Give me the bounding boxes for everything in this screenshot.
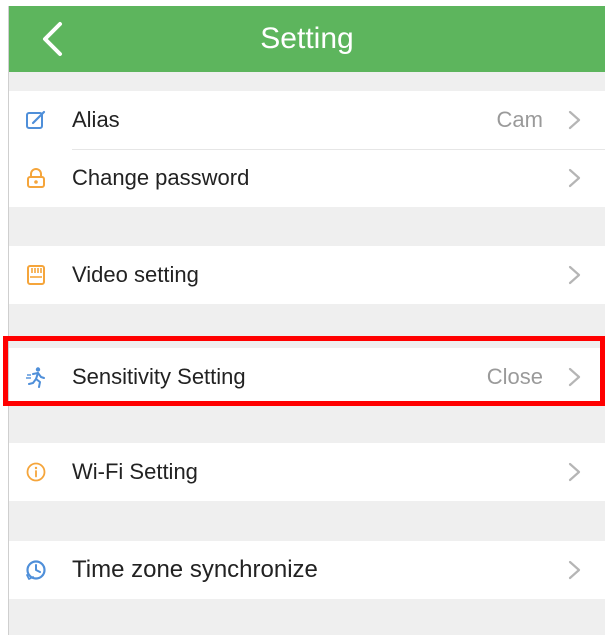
sensitivity-setting-label: Sensitivity Setting — [72, 364, 246, 389]
time-zone-sync-row[interactable]: Time zone synchronize — [9, 541, 605, 599]
motion-person-icon — [25, 366, 47, 388]
sd-card-icon — [25, 264, 47, 286]
chevron-right-icon — [568, 462, 581, 482]
time-zone-sync-label: Time zone synchronize — [72, 556, 318, 583]
alias-row[interactable]: Alias Cam — [9, 91, 605, 149]
lock-icon — [25, 167, 47, 189]
settings-screen: Setting Alias Cam Change password Video … — [8, 6, 605, 635]
top-bar: Setting — [9, 6, 605, 72]
chevron-right-icon — [568, 265, 581, 285]
chevron-right-icon — [568, 560, 581, 580]
clock-sync-icon — [25, 559, 47, 581]
sensitivity-value: Close — [486, 364, 543, 389]
chevron-right-icon — [568, 367, 581, 387]
page-title: Setting — [260, 22, 354, 55]
chevron-right-icon — [568, 168, 581, 188]
wifi-setting-label: Wi-Fi Setting — [72, 459, 198, 484]
chevron-right-icon — [568, 110, 581, 130]
edit-icon — [25, 109, 47, 131]
alias-value: Cam — [496, 107, 543, 132]
video-setting-row[interactable]: Video setting — [9, 246, 605, 304]
wifi-setting-row[interactable]: Wi-Fi Setting — [9, 443, 605, 501]
alias-label: Alias — [72, 107, 120, 132]
video-setting-label: Video setting — [72, 262, 199, 287]
sensitivity-setting-row[interactable]: Sensitivity Setting Close — [9, 348, 605, 406]
info-icon — [25, 461, 47, 483]
change-password-label: Change password — [72, 165, 250, 190]
change-password-row[interactable]: Change password — [9, 149, 605, 207]
